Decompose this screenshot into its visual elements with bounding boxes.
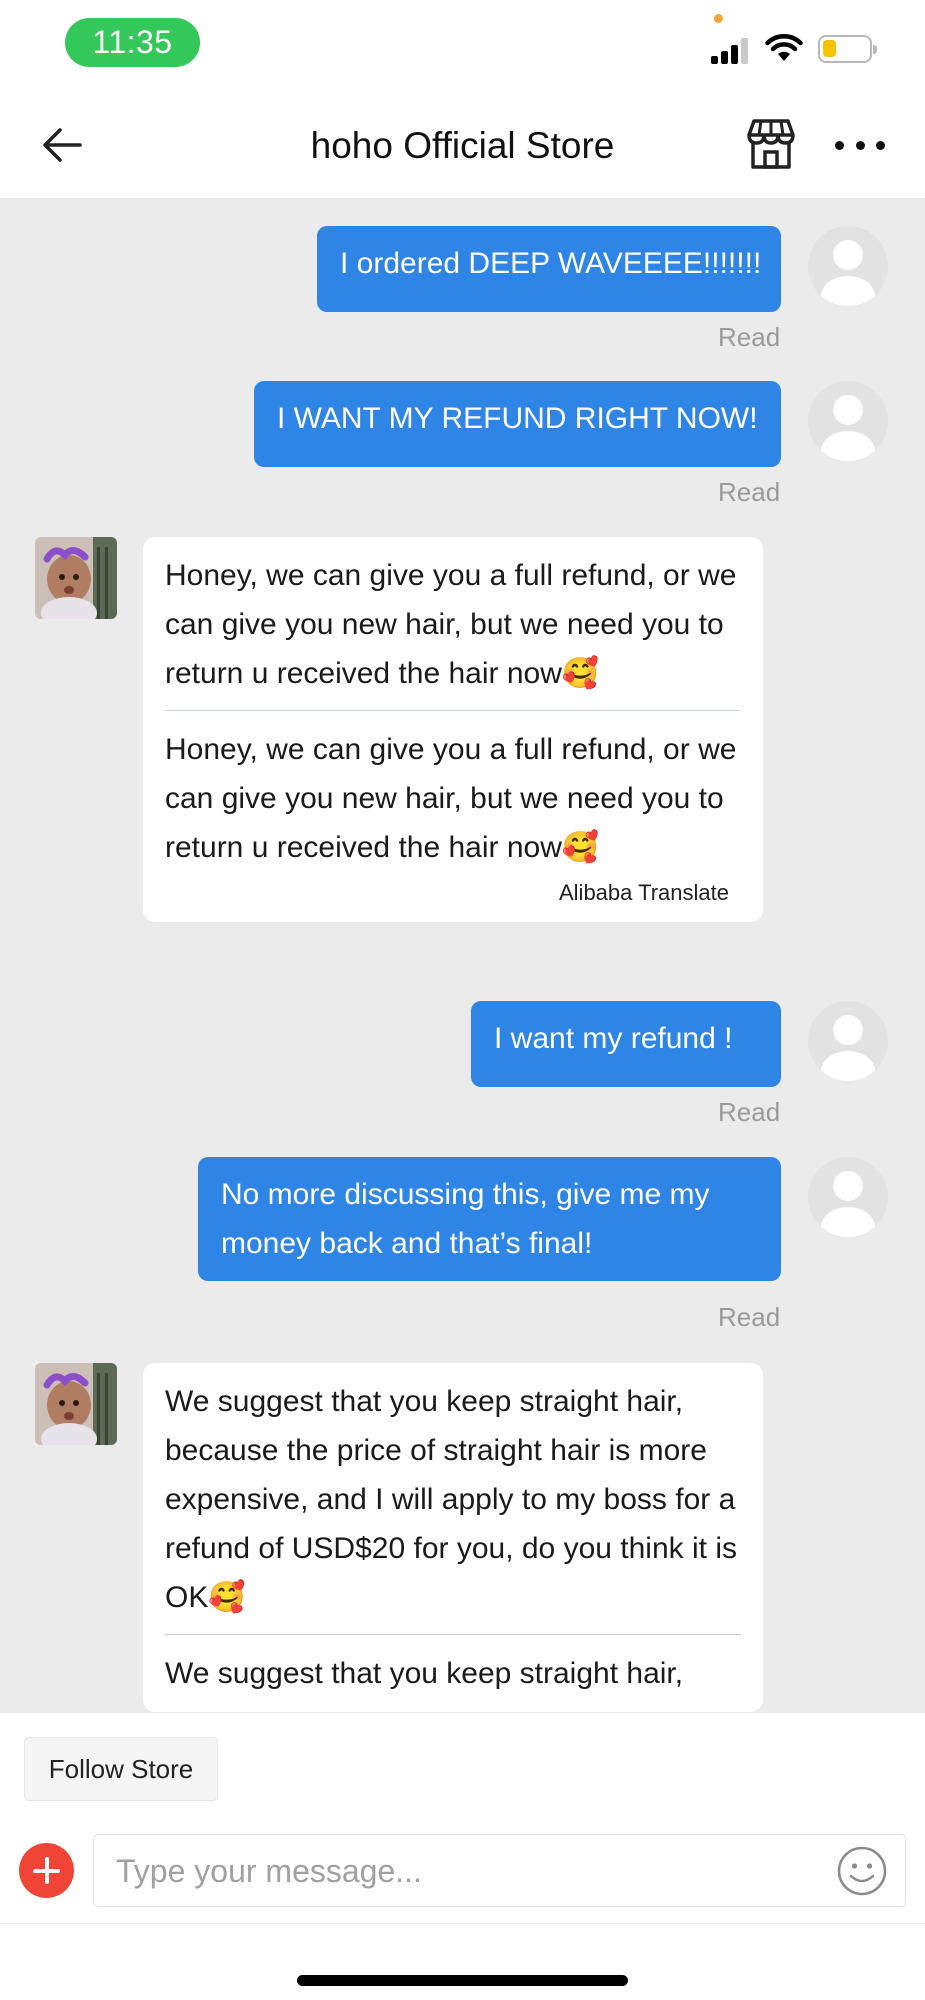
message-text: We suggest that you keep straight hair, … bbox=[165, 1385, 737, 1614]
outgoing-message[interactable]: No more discussing this, give me my mone… bbox=[198, 1157, 781, 1281]
divider bbox=[0, 1923, 925, 1924]
incoming-message[interactable]: We suggest that you keep straight hair, … bbox=[143, 1363, 763, 1712]
translation-divider bbox=[165, 710, 741, 711]
store-avatar[interactable] bbox=[35, 1363, 117, 1445]
privacy-indicator-dot bbox=[714, 14, 723, 23]
store-avatar[interactable] bbox=[35, 537, 117, 619]
battery-level bbox=[823, 40, 836, 57]
home-indicator bbox=[297, 1975, 628, 1986]
user-avatar bbox=[808, 381, 888, 461]
read-receipt: Read bbox=[718, 322, 781, 352]
incoming-message[interactable]: Honey, we can give you a full refund, or… bbox=[143, 537, 763, 922]
store-avatar-image bbox=[35, 1363, 117, 1445]
translation-divider bbox=[165, 1634, 741, 1635]
read-receipt: Read bbox=[718, 477, 781, 507]
message-text: Honey, we can give you a full refund, or… bbox=[165, 559, 737, 690]
battery-icon bbox=[818, 35, 877, 63]
more-dots-icon[interactable] bbox=[835, 120, 885, 170]
outgoing-message[interactable]: I want my refund ! bbox=[471, 1001, 781, 1087]
status-time: 11:35 bbox=[65, 18, 200, 67]
outgoing-message[interactable]: I WANT MY REFUND RIGHT NOW! bbox=[254, 381, 781, 467]
store-avatar-image bbox=[35, 537, 117, 619]
read-receipt: Read bbox=[718, 1097, 781, 1127]
status-bar: 11:35 bbox=[0, 0, 925, 95]
plus-circle-icon[interactable] bbox=[19, 1843, 74, 1898]
user-avatar bbox=[808, 1157, 888, 1237]
message-translation: Honey, we can give you a full refund, or… bbox=[165, 733, 737, 864]
translation-source-label: Alibaba Translate bbox=[559, 880, 729, 905]
user-avatar bbox=[808, 1001, 888, 1081]
message-translation: We suggest that you keep straight hair, bbox=[165, 1657, 684, 1690]
chat-messages[interactable]: I ordered DEEP WAVEEEE!!!!!!! Read I WAN… bbox=[0, 198, 925, 1713]
message-input[interactable] bbox=[116, 1843, 816, 1899]
follow-store-button[interactable]: Follow Store bbox=[24, 1737, 218, 1801]
composer-area: Follow Store bbox=[0, 1713, 925, 2000]
storefront-icon[interactable] bbox=[742, 115, 800, 173]
outgoing-message[interactable]: I ordered DEEP WAVEEEE!!!!!!! bbox=[317, 226, 781, 312]
cellular-signal-icon bbox=[711, 38, 753, 64]
user-avatar bbox=[808, 226, 888, 306]
wifi-icon bbox=[765, 33, 803, 61]
smiley-icon[interactable] bbox=[836, 1845, 888, 1897]
chat-header: hoho Official Store bbox=[0, 95, 925, 198]
read-receipt: Read bbox=[718, 1302, 781, 1332]
message-input-container[interactable] bbox=[93, 1834, 906, 1907]
